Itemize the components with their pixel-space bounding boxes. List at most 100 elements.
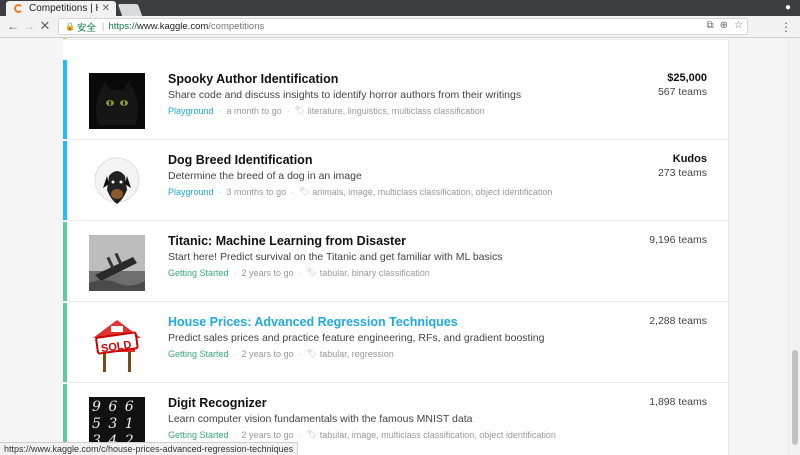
category-label[interactable]: Playground <box>168 185 214 199</box>
profile-icon[interactable]: ● <box>782 2 794 14</box>
url-path: /competitions <box>208 21 265 32</box>
tags-text[interactable]: tabular, binary classification <box>320 266 430 280</box>
deadline-text: 2 years to go <box>241 430 294 440</box>
prize-block: $25,000 567 teams <box>658 71 707 99</box>
team-count: 273 teams <box>657 167 707 179</box>
competition-meta: Getting Started · 2 years to go · 🏷 tabu… <box>168 347 598 361</box>
competition-info: Titanic: Machine Learning from Disaster … <box>168 233 598 280</box>
prize-block: 1,898 teams <box>649 395 707 409</box>
competition-list: Spooky Author Identification Share code … <box>63 38 729 455</box>
category-label[interactable]: Getting Started <box>168 347 229 361</box>
category-label[interactable]: Getting Started <box>168 428 229 442</box>
competition-title[interactable]: Dog Breed Identification <box>168 152 598 168</box>
loading-spinner-icon <box>14 4 23 13</box>
meta-separator: · <box>218 187 222 197</box>
tag-icon: 🏷 <box>306 349 317 358</box>
bookmark-star-icon[interactable]: ☆ <box>734 20 743 31</box>
competition-description: Start here! Predict survival on the Tita… <box>168 251 503 263</box>
competition-title[interactable]: Digit Recognizer <box>168 395 598 411</box>
url-host: www.kaggle.com <box>137 21 209 32</box>
tags-text[interactable]: literature, linguistics, multiclass clas… <box>308 104 485 118</box>
deadline-text: a month to go <box>226 106 282 116</box>
browser-toolbar: ← → ✕ 🔒 安全 | https:// www.kaggle.com /co… <box>0 16 800 38</box>
row-accent <box>63 222 67 301</box>
category-label[interactable]: Playground <box>168 104 214 118</box>
tags-text[interactable]: animals, image, multiclass classificatio… <box>312 185 552 199</box>
page-scrollbar[interactable] <box>788 38 800 455</box>
tab-close-icon[interactable]: ✕ <box>102 3 110 14</box>
competition-thumbnail[interactable] <box>89 73 145 129</box>
team-count: 1,898 teams <box>649 396 707 408</box>
row-accent <box>63 141 67 220</box>
tag-icon: 🏷 <box>294 106 305 115</box>
competition-title[interactable]: Spooky Author Identification <box>168 71 598 87</box>
browser-tab[interactable]: Competitions | Kaggle ✕ <box>6 1 116 16</box>
zoom-icon[interactable]: ⊕ <box>720 20 728 31</box>
meta-separator: · <box>291 187 295 197</box>
scrollbar-thumb[interactable] <box>792 350 798 445</box>
competition-thumbnail[interactable]: SOLD <box>89 316 145 372</box>
back-icon[interactable]: ← <box>6 19 20 33</box>
meta-separator: · <box>298 349 302 359</box>
row-accent <box>63 38 67 39</box>
meta-separator: · <box>233 430 237 440</box>
list-item-spooky-author[interactable]: Spooky Author Identification Share code … <box>63 60 729 140</box>
competition-info: Dog Breed Identification Determine the b… <box>168 152 598 199</box>
competition-description: Share code and discuss insights to ident… <box>168 89 522 101</box>
prize-amount: $25,000 <box>667 72 707 84</box>
new-tab-button[interactable] <box>117 4 143 16</box>
competition-thumbnail[interactable] <box>89 154 145 210</box>
status-bar-link-preview: https://www.kaggle.com/c/house-prices-ad… <box>0 442 299 455</box>
row-accent <box>63 303 67 382</box>
browser-tab-strip: Competitions | Kaggle ✕ ● <box>0 0 800 16</box>
address-bar[interactable]: 🔒 安全 | https:// www.kaggle.com /competit… <box>58 18 748 35</box>
team-count: 2,288 teams <box>649 315 707 327</box>
url-separator: | <box>102 21 105 32</box>
competition-description: Determine the breed of a dog in an image <box>168 170 362 182</box>
competition-info: House Prices: Advanced Regression Techni… <box>168 314 598 361</box>
secure-label: 安全 <box>77 22 97 34</box>
prize-amount: Kudos <box>672 153 707 165</box>
prize-block: 2,288 teams <box>649 314 707 328</box>
competition-meta: Playground · a month to go · 🏷 literatur… <box>168 104 598 118</box>
prize-block: Kudos 273 teams <box>658 152 707 180</box>
tags-text[interactable]: tabular, regression <box>320 347 394 361</box>
list-item-titanic[interactable]: Titanic: Machine Learning from Disaster … <box>63 222 729 302</box>
list-item-house-prices[interactable]: SOLD House Prices: Advanced Regression T… <box>63 303 729 383</box>
deadline-text: 2 years to go <box>241 349 294 359</box>
list-item-dog-breed[interactable]: Dog Breed Identification Determine the b… <box>63 141 729 221</box>
meta-separator: · <box>286 106 290 116</box>
omnibox-actions: ⧉ ⊕ ☆ <box>707 20 744 31</box>
tab-title: Competitions | Kaggle <box>29 3 98 14</box>
category-label[interactable]: Getting Started <box>168 266 229 280</box>
translate-icon[interactable]: ⧉ <box>707 20 714 31</box>
list-item[interactable] <box>63 38 729 40</box>
team-count: 9,196 teams <box>649 234 707 246</box>
browser-menu-icon[interactable]: ⋮ <box>780 20 792 34</box>
competition-info: Spooky Author Identification Share code … <box>168 71 598 118</box>
competition-meta: Getting Started · 2 years to go · 🏷 tabu… <box>168 428 598 442</box>
team-count: 567 teams <box>657 86 707 98</box>
competition-meta: Playground · 3 months to go · 🏷 animals,… <box>168 185 598 199</box>
url-scheme: https:// <box>108 21 137 32</box>
page-viewport: Spooky Author Identification Share code … <box>0 38 800 455</box>
tag-icon: 🏷 <box>306 430 317 439</box>
competition-info: Digit Recognizer Learn computer vision f… <box>168 395 598 442</box>
stop-loading-icon[interactable]: ✕ <box>38 19 52 33</box>
forward-icon[interactable]: → <box>22 19 36 33</box>
deadline-text: 3 months to go <box>226 187 287 197</box>
meta-separator: · <box>233 349 237 359</box>
deadline-text: 2 years to go <box>241 268 294 278</box>
meta-separator: · <box>233 268 237 278</box>
tags-text[interactable]: tabular, image, multiclass classificatio… <box>320 428 556 442</box>
row-accent <box>63 60 67 139</box>
meta-separator: · <box>298 268 302 278</box>
lock-icon: 🔒 <box>65 22 75 31</box>
tag-icon: 🏷 <box>306 268 317 277</box>
competition-description: Predict sales prices and practice featur… <box>168 332 545 344</box>
competition-thumbnail[interactable] <box>89 235 145 291</box>
competition-title[interactable]: Titanic: Machine Learning from Disaster <box>168 233 598 249</box>
prize-block: 9,196 teams <box>649 233 707 247</box>
competition-meta: Getting Started · 2 years to go · 🏷 tabu… <box>168 266 598 280</box>
competition-title[interactable]: House Prices: Advanced Regression Techni… <box>168 314 598 330</box>
